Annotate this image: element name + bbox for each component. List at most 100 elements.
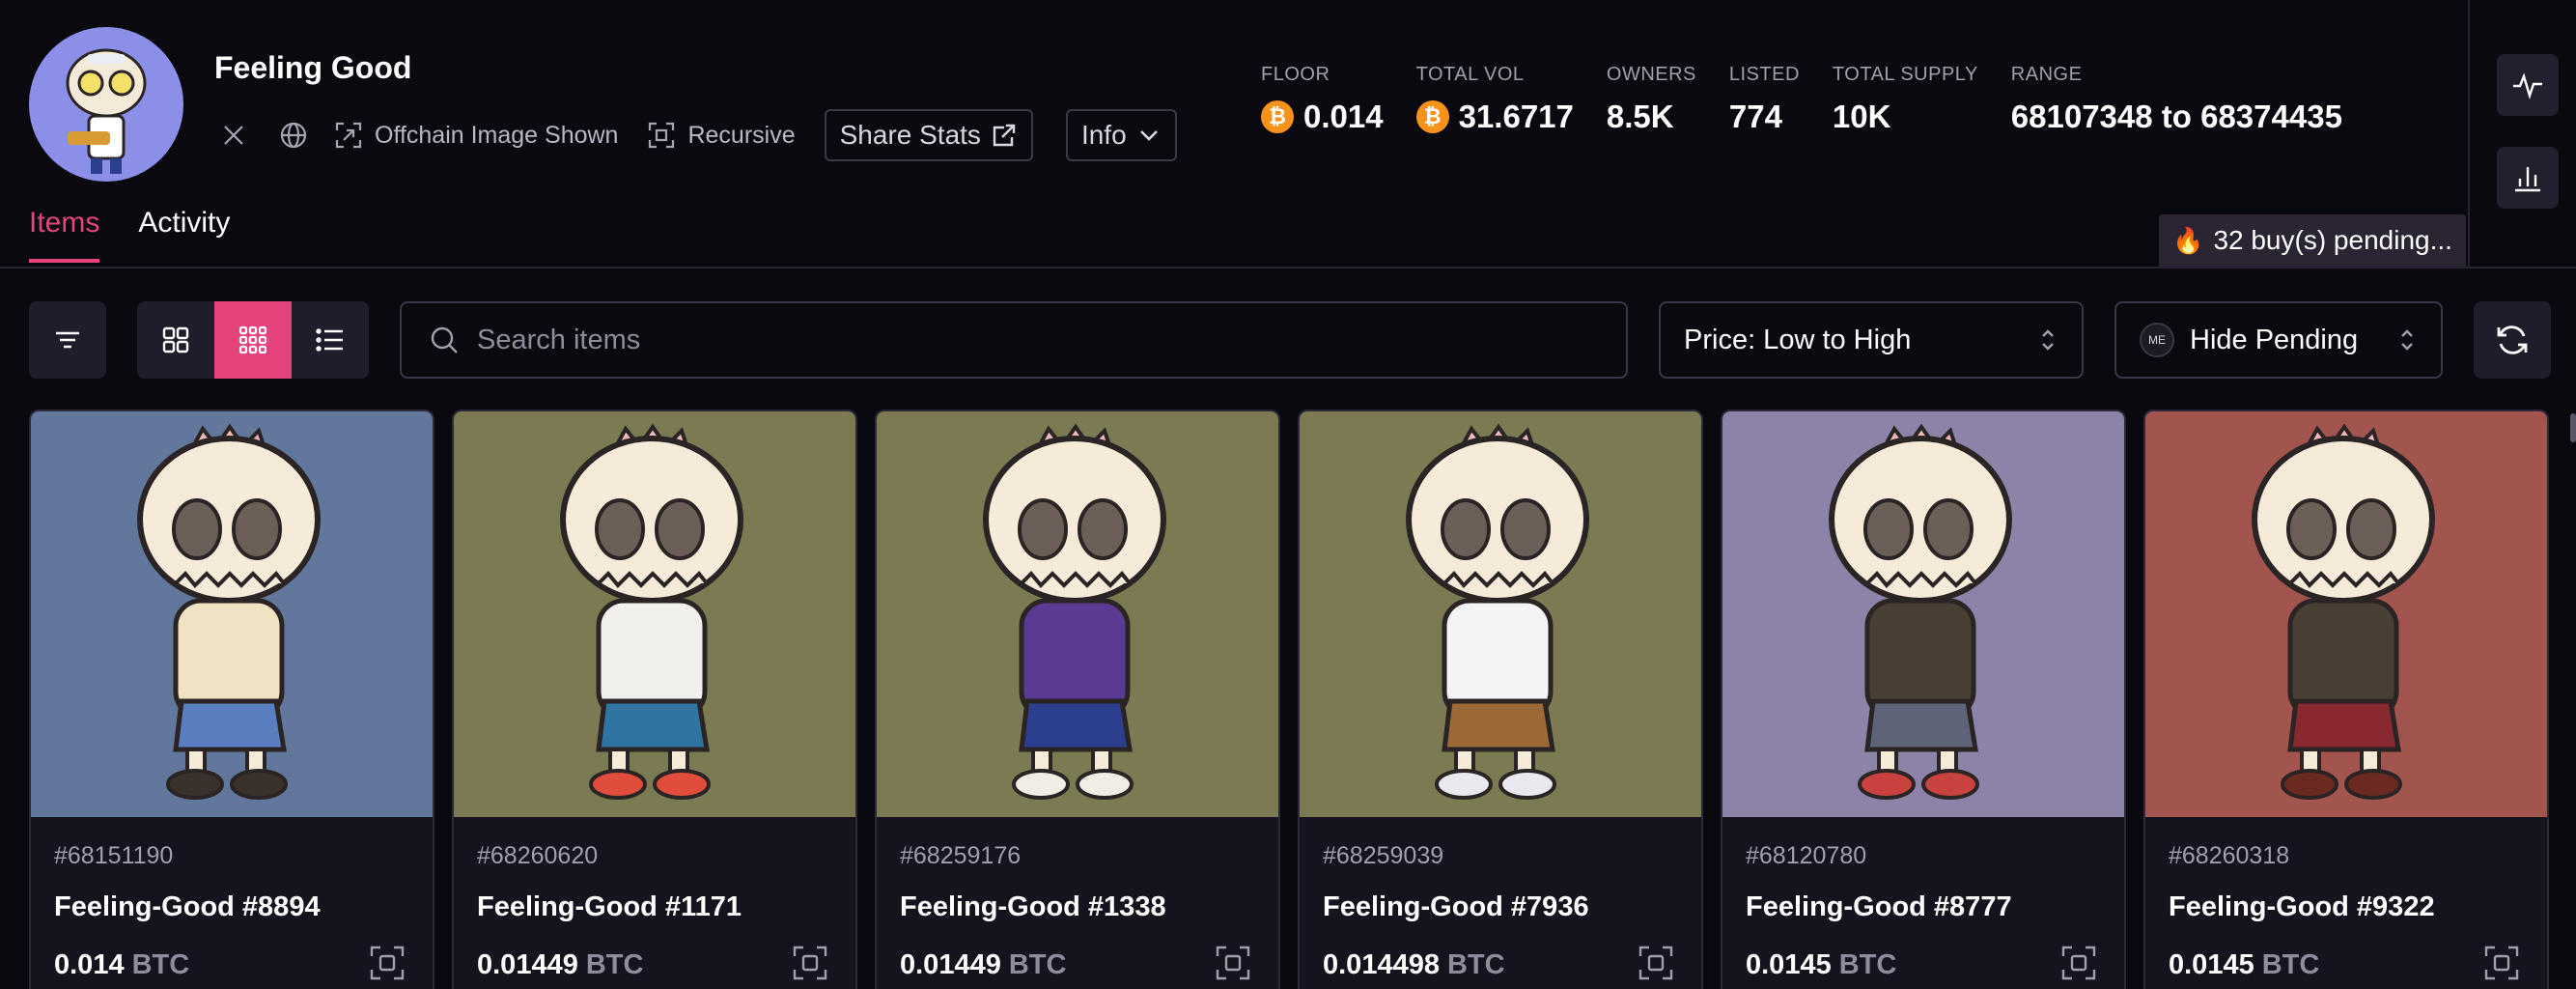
stat-label: FLOOR <box>1261 64 1330 85</box>
view-mode-group <box>137 301 369 379</box>
pulse-icon <box>2513 72 2542 99</box>
sort-select[interactable]: Price: Low to High <box>1659 301 2084 379</box>
tab-bar: Items Activity <box>29 207 268 263</box>
item-details: #68259039 Feeling-Good #7936 0.014498 BTC <box>1300 817 1701 986</box>
item-card[interactable]: #68260318 Feeling-Good #9322 0.0145 BTC <box>2143 410 2549 989</box>
btc-icon: ₿ <box>1261 100 1294 133</box>
expand-icon[interactable] <box>1638 945 1674 986</box>
view-list-button[interactable] <box>292 301 369 379</box>
collection-name: Feeling Good <box>214 50 412 85</box>
activity-chart-button[interactable] <box>2497 54 2559 116</box>
sort-label: Price: Low to High <box>1684 324 1912 355</box>
share-icon <box>993 124 1016 147</box>
item-card[interactable]: #68151190 Feeling-Good #8894 0.014 BTC <box>29 410 434 989</box>
stat-listed: LISTED 774 <box>1729 64 1800 135</box>
expand-icon[interactable] <box>2060 945 2097 986</box>
item-price: 0.0145 <box>1746 949 1832 980</box>
btc-icon: ₿ <box>1415 100 1449 133</box>
globe-icon[interactable] <box>274 116 313 155</box>
stat-total-vol: TOTAL VOL ₿ 31.6717 <box>1415 64 1574 135</box>
item-name: Feeling-Good #9322 <box>2169 891 2435 922</box>
updown-chevron-icon <box>2401 329 2413 351</box>
pending-text: 32 buy(s) pending... <box>2213 225 2452 255</box>
stat-label: TOTAL VOL <box>1415 64 1525 85</box>
header-divider <box>0 267 2576 268</box>
expand-icon[interactable] <box>792 945 828 986</box>
item-name: Feeling-Good #8777 <box>1746 891 2012 922</box>
stat-value: 0.014 <box>1303 99 1384 134</box>
tab-activity[interactable]: Activity <box>138 207 230 263</box>
filter-icon <box>56 331 79 349</box>
item-details: #68259176 Feeling-Good #1338 0.01449 BTC <box>877 817 1278 986</box>
search-input[interactable] <box>477 324 1539 356</box>
share-stats-button[interactable]: Share Stats <box>824 109 1033 161</box>
list-icon <box>316 328 343 352</box>
item-price: 0.0145 <box>2169 949 2254 980</box>
pending-filter-select[interactable]: ME Hide Pending <box>2114 301 2443 379</box>
price-row: 0.0145 BTC <box>2169 945 2524 986</box>
item-details: #68120780 Feeling-Good #8777 0.0145 BTC <box>1722 817 2124 986</box>
info-dropdown[interactable]: Info <box>1065 109 1177 161</box>
item-price: 0.01449 <box>477 949 578 980</box>
stats-chart-button[interactable] <box>2497 147 2559 209</box>
right-rail <box>2468 0 2576 267</box>
price-unit: BTC <box>2261 949 2320 980</box>
item-image[interactable] <box>2145 411 2547 817</box>
item-card[interactable]: #68120780 Feeling-Good #8777 0.0145 BTC <box>1721 410 2126 989</box>
item-image[interactable] <box>1722 411 2124 817</box>
item-image[interactable] <box>877 411 1278 817</box>
stat-value: 8.5K <box>1606 99 1674 134</box>
inscription-id: #68120780 <box>1746 842 1867 869</box>
updown-chevron-icon <box>2042 329 2054 351</box>
recursive-icon <box>649 122 675 149</box>
item-card[interactable]: #68259176 Feeling-Good #1338 0.01449 BTC <box>875 410 1280 989</box>
expand-icon[interactable] <box>2483 945 2520 986</box>
inscription-id: #68260620 <box>477 842 599 869</box>
refresh-button[interactable] <box>2474 301 2551 379</box>
item-name: Feeling-Good #8894 <box>54 891 321 922</box>
stat-value: 31.6717 <box>1458 99 1574 134</box>
stat-value: 68107348 to 68374435 <box>2010 99 2342 134</box>
stat-range: RANGE 68107348 to 68374435 <box>2011 64 2342 135</box>
item-price: 0.014 <box>54 949 125 980</box>
price-unit: BTC <box>585 949 644 980</box>
item-name: Feeling-Good #1338 <box>900 891 1166 922</box>
inscription-id: #68151190 <box>54 842 174 869</box>
stat-value: 774 <box>1728 99 1782 134</box>
item-image[interactable] <box>31 411 433 817</box>
filter-button[interactable] <box>29 301 106 379</box>
stat-label: LISTED <box>1728 64 1800 85</box>
price-unit: BTC <box>1008 949 1067 980</box>
recursive-toggle[interactable]: Recursive <box>647 121 796 150</box>
stat-floor: FLOOR ₿ 0.014 <box>1261 64 1384 135</box>
expand-icon[interactable] <box>369 945 406 986</box>
item-image[interactable] <box>1300 411 1701 817</box>
item-image[interactable] <box>454 411 855 817</box>
offchain-image-toggle[interactable]: Offchain Image Shown <box>334 121 618 150</box>
price-row: 0.014498 BTC <box>1323 945 1678 986</box>
search-icon <box>431 326 458 353</box>
refresh-icon <box>2497 325 2528 354</box>
stat-value-row: 8.5K <box>1607 99 1696 135</box>
expand-icon[interactable] <box>1215 945 1251 986</box>
price-unit: BTC <box>131 949 190 980</box>
stat-value-row: 774 <box>1729 99 1800 135</box>
view-small-grid-button[interactable] <box>214 301 292 379</box>
item-name: Feeling-Good #7936 <box>1323 891 1589 922</box>
tab-items[interactable]: Items <box>29 207 100 263</box>
view-large-grid-button[interactable] <box>137 301 214 379</box>
stat-label: RANGE <box>2010 64 2083 85</box>
x-logo-icon[interactable] <box>214 116 253 155</box>
inscription-id: #68259176 <box>900 842 1022 869</box>
stat-value-row: 68107348 to 68374435 <box>2011 99 2342 135</box>
item-card[interactable]: #68260620 Feeling-Good #1171 0.01449 BTC <box>452 410 857 989</box>
item-card[interactable]: #68259039 Feeling-Good #7936 0.014498 BTC <box>1298 410 1703 989</box>
collection-header: Feeling Good Offchain Image Shown Recurs… <box>0 0 2468 267</box>
search-bar[interactable] <box>400 301 1628 379</box>
item-details: #68260620 Feeling-Good #1171 0.01449 BTC <box>454 817 855 986</box>
scrollbar-thumb[interactable] <box>2570 413 2576 442</box>
collection-meta-row: Offchain Image Shown Recursive Share Sta… <box>214 109 1210 161</box>
inscription-id: #68260318 <box>2169 842 2290 869</box>
item-details: #68151190 Feeling-Good #8894 0.014 BTC <box>31 817 433 986</box>
price-row: 0.01449 BTC <box>900 945 1255 986</box>
